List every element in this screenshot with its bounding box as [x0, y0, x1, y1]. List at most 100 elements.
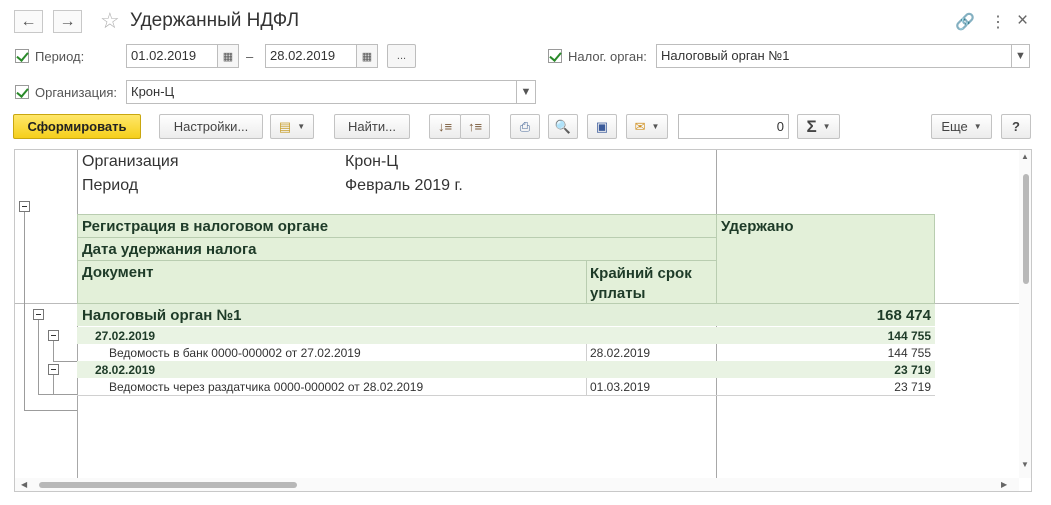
favorite-star-icon[interactable]: ☆	[100, 8, 120, 34]
variants-button[interactable]: ▤ ▼	[270, 114, 314, 139]
tree-line	[53, 341, 54, 361]
period-checkbox[interactable]	[15, 49, 29, 63]
subgroup-row-background	[77, 327, 935, 344]
period-from-calendar-button[interactable]: ▦	[217, 44, 239, 68]
header-deadline: Крайний срок уплаты	[590, 265, 692, 302]
collapse-header-icon[interactable]	[19, 201, 30, 212]
save-button[interactable]: ▣	[587, 114, 617, 139]
link-icon[interactable]: 🔗	[955, 12, 975, 32]
tax-authority-dropdown-button[interactable]: ▼	[1011, 44, 1030, 68]
back-button[interactable]: ←	[14, 10, 43, 33]
sort-ascending-icon: ↑≡	[467, 119, 483, 134]
cell-divider	[586, 378, 587, 395]
scroll-up-icon[interactable]: ▲	[1021, 152, 1029, 161]
tax-authority-select[interactable]: Налоговый орган №1	[656, 44, 1012, 68]
chevron-down-icon: ▼	[651, 122, 660, 131]
tree-line	[38, 320, 39, 394]
tree-line	[53, 375, 54, 394]
chevron-down-icon: ▼	[520, 86, 532, 98]
scroll-left-icon[interactable]: ◀	[21, 480, 27, 489]
scroll-down-icon[interactable]: ▼	[1021, 460, 1029, 469]
subgroup-date: 27.02.2019	[95, 329, 156, 343]
more-button-label: Еще	[941, 119, 968, 134]
tax-authority-label: Налог. орган:	[568, 49, 647, 64]
print-button[interactable]: ⎙	[510, 114, 540, 139]
subgroup-total: 23 719	[894, 363, 931, 377]
chevron-down-icon: ▼	[1015, 50, 1026, 62]
chevron-down-icon: ▼	[822, 122, 831, 131]
envelope-icon: ✉	[634, 118, 646, 134]
more-button[interactable]: Еще ▼	[931, 114, 992, 139]
preview-button[interactable]: 🔍	[548, 114, 578, 139]
generate-button[interactable]: Сформировать	[13, 114, 141, 139]
report-org-label: Организация	[82, 153, 179, 170]
forward-arrow-icon: →	[59, 12, 76, 30]
printer-icon: ⎙	[519, 118, 531, 134]
vertical-scroll-thumb[interactable]	[1023, 174, 1029, 284]
sort-descending-button[interactable]: ↓≡	[429, 114, 461, 139]
close-icon[interactable]: ×	[1017, 10, 1028, 32]
document-deadline: 28.02.2019	[590, 346, 651, 360]
find-button[interactable]: Найти...	[334, 114, 410, 139]
report-variant-icon: ▤	[278, 118, 292, 134]
organization-select[interactable]: Крон-Ц	[126, 80, 517, 104]
subgroup-total: 144 755	[887, 329, 931, 343]
subgroup-date: 28.02.2019	[95, 363, 156, 377]
table-bottom-line	[77, 395, 935, 396]
report-period-label: Период	[82, 177, 139, 194]
period-choose-button[interactable]: ...	[387, 44, 416, 68]
tax-authority-checkbox[interactable]	[548, 49, 562, 63]
report-spreadsheet[interactable]: Организация Крон-Ц Период Февраль 2019 г…	[14, 149, 1032, 492]
send-email-button[interactable]: ✉ ▼	[626, 114, 668, 139]
calendar-icon: ▦	[222, 50, 234, 63]
organization-label: Организация:	[35, 85, 118, 100]
window-title: Удержанный НДФЛ	[130, 10, 300, 31]
period-to-input[interactable]: 28.02.2019	[265, 44, 357, 68]
collapse-subgroup-icon[interactable]	[48, 364, 59, 375]
collapse-subgroup-icon[interactable]	[48, 330, 59, 341]
subgroup-row-background	[77, 361, 935, 378]
report-period-value: Февраль 2019 г.	[345, 177, 463, 194]
organization-checkbox[interactable]	[15, 85, 29, 99]
calendar-icon: ▦	[361, 50, 373, 63]
tree-line	[38, 394, 77, 395]
period-dash: –	[246, 49, 254, 64]
chevron-down-icon: ▼	[973, 122, 982, 131]
floppy-disk-icon: ▣	[595, 118, 609, 134]
print-preview-icon: 🔍	[554, 118, 572, 134]
header-withheld: Удержано	[721, 218, 794, 235]
document-deadline: 01.03.2019	[590, 380, 651, 394]
tree-line	[53, 361, 77, 362]
horizontal-scrollbar[interactable]: ◀ ▶	[15, 478, 1019, 491]
help-button[interactable]: ?	[1001, 114, 1031, 139]
group-name: Налоговый орган №1	[82, 307, 242, 324]
period-to-calendar-button[interactable]: ▦	[356, 44, 378, 68]
cell-divider	[586, 344, 587, 361]
document-amount: 144 755	[887, 346, 931, 360]
sum-value-field[interactable]: 0	[678, 114, 789, 139]
chevron-down-icon: ▼	[297, 122, 306, 131]
sigma-icon: Σ	[806, 116, 817, 136]
header-registration: Регистрация в налоговом органе	[82, 218, 329, 235]
period-label: Период:	[35, 49, 85, 64]
settings-button[interactable]: Настройки...	[159, 114, 263, 139]
forward-button[interactable]: →	[53, 10, 82, 33]
horizontal-scroll-thumb[interactable]	[39, 482, 297, 488]
vertical-scrollbar[interactable]: ▲ ▼	[1019, 150, 1031, 478]
tree-line	[24, 410, 77, 411]
document-name[interactable]: Ведомость в банк 0000-000002 от 27.02.20…	[109, 346, 361, 360]
back-arrow-icon: ←	[20, 12, 37, 30]
organization-dropdown-button[interactable]: ▼	[516, 80, 536, 104]
scroll-right-icon[interactable]: ▶	[1001, 480, 1007, 489]
collapse-group-icon[interactable]	[33, 309, 44, 320]
header-date: Дата удержания налога	[82, 241, 257, 258]
more-menu-icon[interactable]: ⋮	[990, 12, 1006, 32]
sum-type-button[interactable]: Σ ▼	[797, 114, 840, 139]
tree-line	[24, 212, 25, 410]
period-from-input[interactable]: 01.02.2019	[126, 44, 218, 68]
document-amount: 23 719	[894, 380, 931, 394]
group-total: 168 474	[876, 307, 931, 324]
sort-ascending-button[interactable]: ↑≡	[460, 114, 490, 139]
report-org-value: Крон-Ц	[345, 153, 399, 170]
document-name[interactable]: Ведомость через раздатчика 0000-000002 о…	[109, 380, 423, 394]
